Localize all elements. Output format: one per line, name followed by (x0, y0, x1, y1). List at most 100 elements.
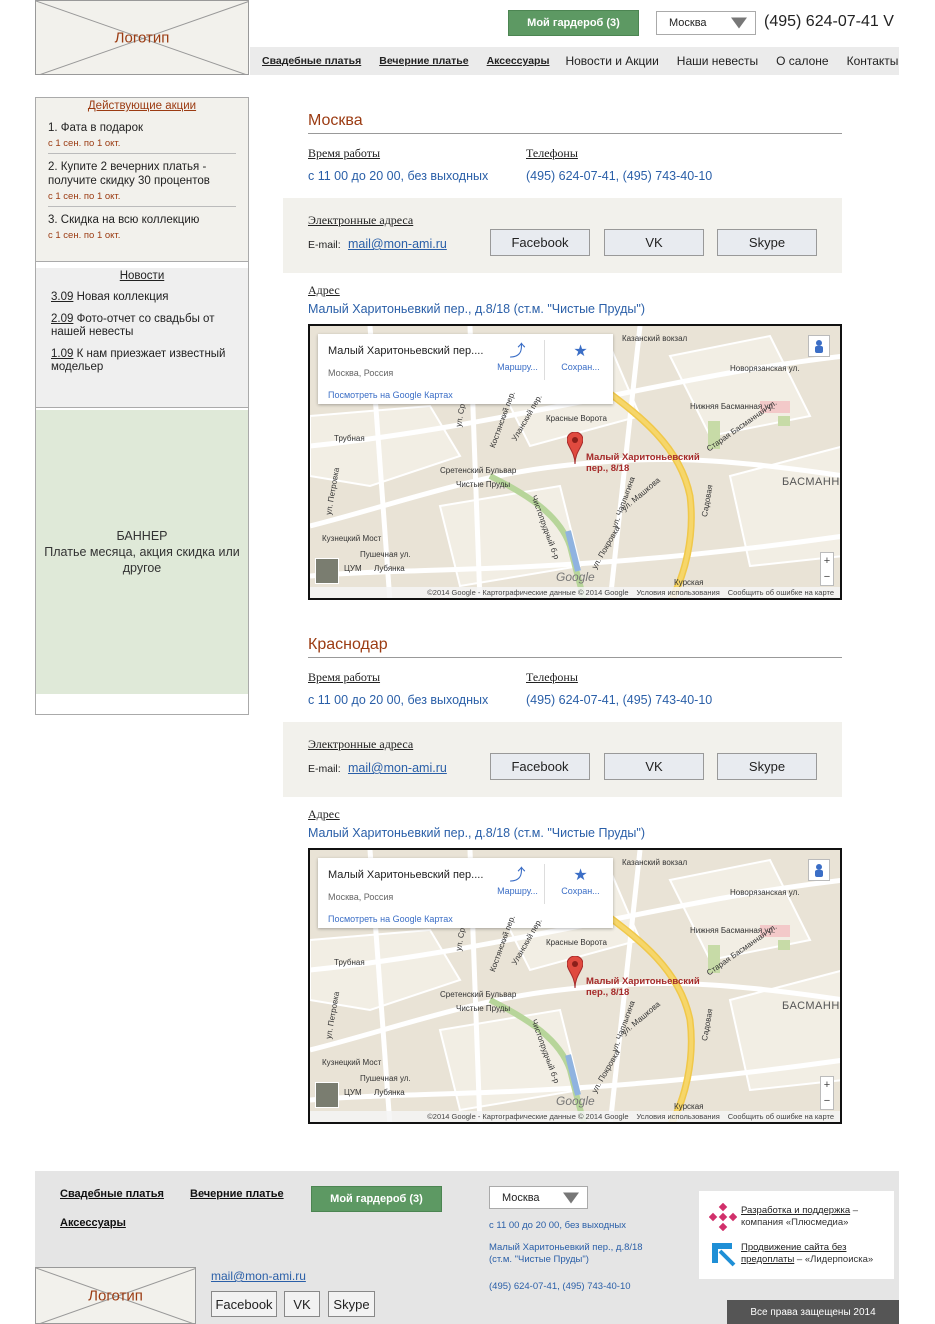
map-label: Курская (674, 1102, 704, 1111)
map-satellite-thumbnail[interactable] (315, 1082, 339, 1108)
map-marker-icon[interactable] (567, 432, 583, 464)
footer-email-link[interactable]: mail@mon-ami.ru (211, 1269, 306, 1283)
map-terms-link[interactable]: Условия использования (637, 588, 720, 597)
nav-item-accessories[interactable]: Аксессуары (478, 55, 559, 67)
facebook-button[interactable]: Facebook (490, 229, 590, 256)
street-view-pegman-icon[interactable] (808, 335, 830, 357)
city-title: Москва (308, 112, 363, 129)
map-label: Новорязанская ул. (730, 364, 800, 373)
skype-button[interactable]: Skype (717, 229, 817, 256)
map-google-link[interactable]: Посмотреть на Google Картах (328, 390, 453, 400)
map-save-button[interactable]: ★ Сохран... (553, 866, 608, 896)
map-satellite-thumbnail[interactable] (315, 558, 339, 584)
map-label: БАСМАННЫ (782, 476, 840, 488)
footer-logo[interactable]: Логотип (35, 1267, 196, 1324)
address-value: Малый Харитоньевкий пер., д.8/18 (ст.м. … (308, 826, 645, 840)
footer-skype-button[interactable]: Skype (328, 1291, 375, 1317)
city-select[interactable]: Москва (656, 11, 756, 35)
map-route-button[interactable]: ⤴ Маршру... (490, 866, 545, 896)
star-icon: ★ (573, 867, 588, 884)
map-label: ЦУМ (344, 564, 362, 573)
footer-address-line2: (ст.м. "Чистые Пруды") (489, 1254, 589, 1265)
footer-city-select[interactable]: Москва (489, 1186, 588, 1209)
map-terms-link[interactable]: Условия использования (637, 1112, 720, 1121)
map-marker-label-line1: Малый Харитоньевский (586, 976, 700, 987)
zoom-in-button[interactable]: + (821, 1077, 833, 1093)
map-label: Кузнецкий Мост (322, 534, 382, 543)
map-place-sub: Москва, Россия (328, 892, 394, 902)
footer-link-evening-dresses[interactable]: Вечерние платье (190, 1188, 284, 1200)
zoom-out-button[interactable]: − (821, 569, 833, 585)
email-label: E-mail: (308, 763, 341, 775)
nav-item-evening-dresses[interactable]: Вечерние платье (370, 55, 477, 67)
map-label: Новорязанская ул. (730, 888, 800, 897)
emails-label: Электронные адреса (308, 213, 414, 227)
map-zoom-control[interactable]: + − (820, 1076, 834, 1110)
email-link[interactable]: mail@mon-ami.ru (348, 761, 447, 775)
map-place-sub: Москва, Россия (328, 368, 394, 378)
hours-value: с 11 00 до 20 00, без выходных (308, 169, 489, 183)
hours-label: Время работы (308, 146, 381, 160)
nav-item-news[interactable]: Новости и Акции (558, 54, 667, 68)
nav-item-contacts[interactable]: Контакты (838, 54, 908, 68)
map-info-divider (544, 864, 545, 904)
footer-wardrobe-button[interactable]: Мой гардероб (3) (311, 1186, 442, 1212)
nav-item-about[interactable]: О салоне (767, 54, 837, 68)
copyright: Все права защещены 2014 (727, 1300, 899, 1324)
vk-button[interactable]: VK (604, 753, 704, 780)
map-label: Казанский вокзал (622, 858, 688, 867)
hours-value: с 11 00 до 20 00, без выходных (308, 693, 489, 707)
map-label: Курская (674, 578, 704, 587)
footer-link-accessories[interactable]: Аксессуары (60, 1217, 126, 1229)
email-link[interactable]: mail@mon-ami.ru (348, 237, 447, 251)
google-map[interactable]: Малый Харитоньевский пер.... Москва, Рос… (308, 324, 842, 600)
map-copyright: ©2014 Google - Картографические данные ©… (427, 1112, 629, 1121)
zoom-in-button[interactable]: + (821, 553, 833, 569)
street-view-pegman-icon[interactable] (808, 859, 830, 881)
footer-vk-button[interactable]: VK (284, 1291, 320, 1317)
footer-logo-text: Логотип (88, 1287, 143, 1304)
route-icon: ⤴ (509, 343, 526, 360)
logo-text: Логотип (114, 29, 170, 46)
google-map[interactable]: Малый Харитоньевский пер.... Москва, Рос… (308, 848, 842, 1124)
zoom-out-button[interactable]: − (821, 1093, 833, 1109)
facebook-button[interactable]: Facebook (490, 753, 590, 780)
wardrobe-button[interactable]: Мой гардероб (3) (508, 10, 639, 36)
map-report-link[interactable]: Сообщить об ошибке на карте (728, 1112, 834, 1121)
chevron-down-icon (563, 1192, 579, 1203)
map-report-link[interactable]: Сообщить об ошибке на карте (728, 588, 834, 597)
footer-hours: с 11 00 до 20 00, без выходных (489, 1220, 626, 1231)
main-nav: Свадебные платья Вечерние платье Аксессу… (250, 47, 899, 75)
map-route-label: Маршру... (497, 886, 538, 896)
map-label: Сретенский Бульвар (440, 466, 517, 475)
map-label: Сретенский Бульвар (440, 990, 517, 999)
phones-label: Телефоны (526, 670, 578, 684)
map-label: ЦУМ (344, 1088, 362, 1097)
map-google-link[interactable]: Посмотреть на Google Картах (328, 914, 453, 924)
developer-link[interactable]: Разработка и поддержка (741, 1205, 850, 1216)
map-save-button[interactable]: ★ Сохран... (553, 342, 608, 372)
plusmedia-logo-icon (709, 1203, 737, 1231)
map-info-divider (544, 340, 545, 380)
city-section: Краснодар Время работы Телефоны с 11 00 … (0, 636, 935, 1136)
skype-button[interactable]: Skype (717, 753, 817, 780)
seo-credit-text: – «Лидерпоиска» (794, 1254, 874, 1265)
promo-title[interactable]: Действующие акции (48, 98, 236, 112)
route-icon: ⤴ (509, 867, 526, 884)
nav-item-wedding-dresses[interactable]: Свадебные платья (250, 55, 370, 67)
phones-value: (495) 624-07-41, (495) 743-40-10 (526, 693, 713, 707)
footer-link-wedding-dresses[interactable]: Свадебные платья (60, 1188, 164, 1200)
map-marker-icon[interactable] (567, 956, 583, 988)
map-marker-label: Малый Харитоньевский пер., 8/18 (586, 976, 700, 998)
address-label: Адрес (308, 807, 340, 821)
map-route-button[interactable]: ⤴ Маршру... (490, 342, 545, 372)
map-copyright: ©2014 Google - Картографические данные ©… (427, 588, 629, 597)
footer-facebook-button[interactable]: Facebook (211, 1291, 277, 1317)
vk-button[interactable]: VK (604, 229, 704, 256)
map-zoom-control[interactable]: + − (820, 552, 834, 586)
city-section: Москва Время работы Телефоны с 11 00 до … (0, 112, 935, 612)
address-label: Адрес (308, 283, 340, 297)
nav-item-brides[interactable]: Наши невесты (668, 54, 767, 68)
logo[interactable]: Логотип (35, 0, 249, 75)
google-logo: Google (556, 1094, 595, 1108)
